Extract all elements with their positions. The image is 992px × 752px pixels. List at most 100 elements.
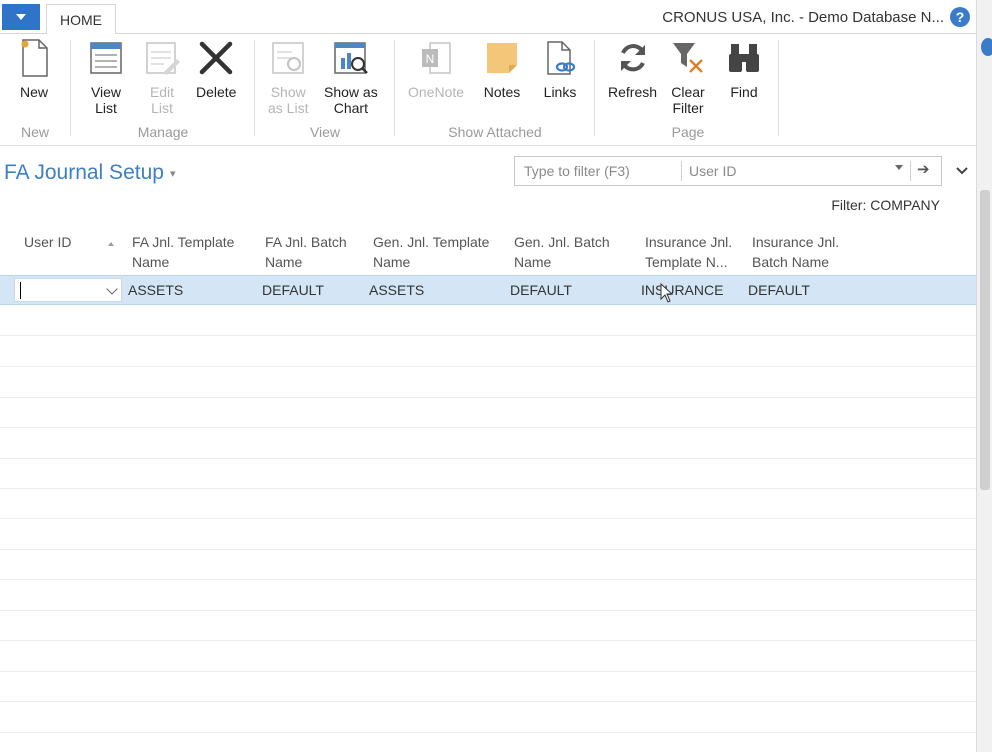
grid-line [0,549,976,550]
show-as-chart-label-1: Show as [324,84,378,100]
sort-ascending-icon [108,242,114,246]
cell-gen-template[interactable]: ASSETS [369,282,424,298]
show-as-list-button[interactable]: Show as List [268,38,308,116]
column-header-fa-batch[interactable]: FA Jnl. Batch Name [265,232,347,272]
view-list-icon [86,38,126,78]
cell-fa-template[interactable]: ASSETS [128,282,183,298]
ribbon-group-label: New [20,124,49,140]
application-menu-button[interactable] [2,4,40,30]
tab-home[interactable]: HOME [46,4,116,35]
grid-line [0,366,976,367]
show-as-list-label-2: as List [268,100,309,116]
ribbon-group-label: View [309,124,341,140]
ribbon-group-page: Refresh Clear Filter Find Page [596,34,780,146]
window-title: CRONUS USA, Inc. - Demo Database N... [662,9,944,26]
grid-line [0,610,976,611]
grid-line [0,579,976,580]
edit-list-button[interactable]: Edit List [142,38,182,116]
cell-gen-batch[interactable]: DEFAULT [510,282,572,298]
delete-button[interactable]: Delete [196,38,236,100]
edit-list-label-2: List [151,100,173,116]
grid-line [0,335,976,336]
ribbon-separator [70,40,71,136]
filter-field-select[interactable]: User ID [689,163,736,179]
show-as-chart-icon [331,38,371,78]
show-as-chart-label-2: Chart [333,100,368,116]
column-header-fa-template[interactable]: FA Jnl. Template Name [132,232,234,272]
filter-input[interactable]: Type to filter (F3) [524,163,630,179]
table-row[interactable]: ASSETS DEFAULT ASSETS DEFAULT INSURANCE … [0,275,976,305]
title-dropdown-icon[interactable]: ▾ [170,168,176,180]
column-header-line: FA Jnl. Batch [265,234,347,250]
column-header-gen-batch[interactable]: Gen. Jnl. Batch Name [514,232,610,272]
chevron-down-icon[interactable] [106,283,118,295]
filter-bar: Type to filter (F3) User ID ➔ [514,156,942,186]
clear-filter-button[interactable]: Clear Filter [668,38,708,116]
ribbon-separator [594,40,595,136]
refresh-label: Refresh [608,84,658,100]
grid-line [0,427,976,428]
clear-filter-label-1: Clear [671,84,705,100]
edit-list-icon [142,38,182,78]
onenote-label: OneNote [408,84,465,100]
find-button[interactable]: Find [724,38,764,100]
chevron-down-icon[interactable] [955,163,969,179]
column-header-ins-template[interactable]: Insurance Jnl. Template N... [645,232,732,272]
refresh-button[interactable]: Refresh [608,38,657,100]
page-title[interactable]: FA Journal Setup ▾ [4,161,175,185]
grid-line [0,458,976,459]
scrollbar[interactable] [980,190,990,490]
new-button[interactable]: New [14,38,54,100]
column-header-line: Name [265,254,303,270]
new-button-label: New [19,84,48,100]
mouse-pointer-icon [660,282,674,308]
links-label: Links [543,84,577,100]
ribbon: New New View List Edit List Delete Manag… [0,34,976,146]
column-header-ins-batch[interactable]: Insurance Jnl. Batch Name [752,232,839,272]
column-header-line: Insurance Jnl. [645,234,733,250]
grid-line [0,518,976,519]
ribbon-separator [394,40,395,136]
delete-label: Delete [196,84,237,100]
user-id-input[interactable] [14,278,122,302]
view-list-button[interactable]: View List [86,38,126,116]
ribbon-separator [778,40,779,136]
links-button[interactable]: Links [540,38,580,100]
ribbon-group-label: Manage [137,124,189,140]
clear-filter-icon [668,38,708,78]
edit-list-label-1: Edit [149,84,175,100]
onenote-icon: N [416,38,456,78]
svg-text:N: N [426,52,435,66]
view-list-label-2: List [95,100,117,116]
right-pane-edge [976,0,992,752]
link-document-icon [540,38,580,78]
column-header-line: FA Jnl. Template [132,234,235,250]
cell-fa-batch[interactable]: DEFAULT [262,282,324,298]
ribbon-group-view: Show as List Show as Chart View [256,34,394,146]
grid-line [0,640,976,641]
refresh-icon [613,38,653,78]
arrow-right-icon[interactable]: ➔ [917,160,930,178]
filter-status: Filter: COMPANY [831,197,940,213]
cell-ins-batch[interactable]: DEFAULT [748,282,810,298]
notes-button[interactable]: Notes [482,38,522,100]
onenote-button[interactable]: N OneNote [408,38,464,100]
binoculars-icon [724,38,764,78]
text-cursor [20,282,21,299]
column-header-gen-template[interactable]: Gen. Jnl. Template Name [373,232,489,272]
grid-line [0,488,976,489]
column-header-line: Name [132,254,170,270]
help-icon[interactable] [981,38,992,56]
help-icon[interactable]: ? [950,7,970,27]
chevron-down-icon[interactable] [895,165,903,170]
new-document-icon [14,38,54,78]
view-list-label-1: View [90,84,122,100]
cell-ins-template[interactable]: INSURANCE [641,282,723,298]
grid-line [0,671,976,672]
show-as-list-label-1: Show [270,84,306,100]
chevron-down-icon [16,14,26,20]
show-as-chart-button[interactable]: Show as Chart [324,38,378,116]
ribbon-group-label: Page [671,124,705,140]
column-header-user-id[interactable]: User ID [24,232,71,252]
ribbon-group-new: New New [0,34,70,146]
